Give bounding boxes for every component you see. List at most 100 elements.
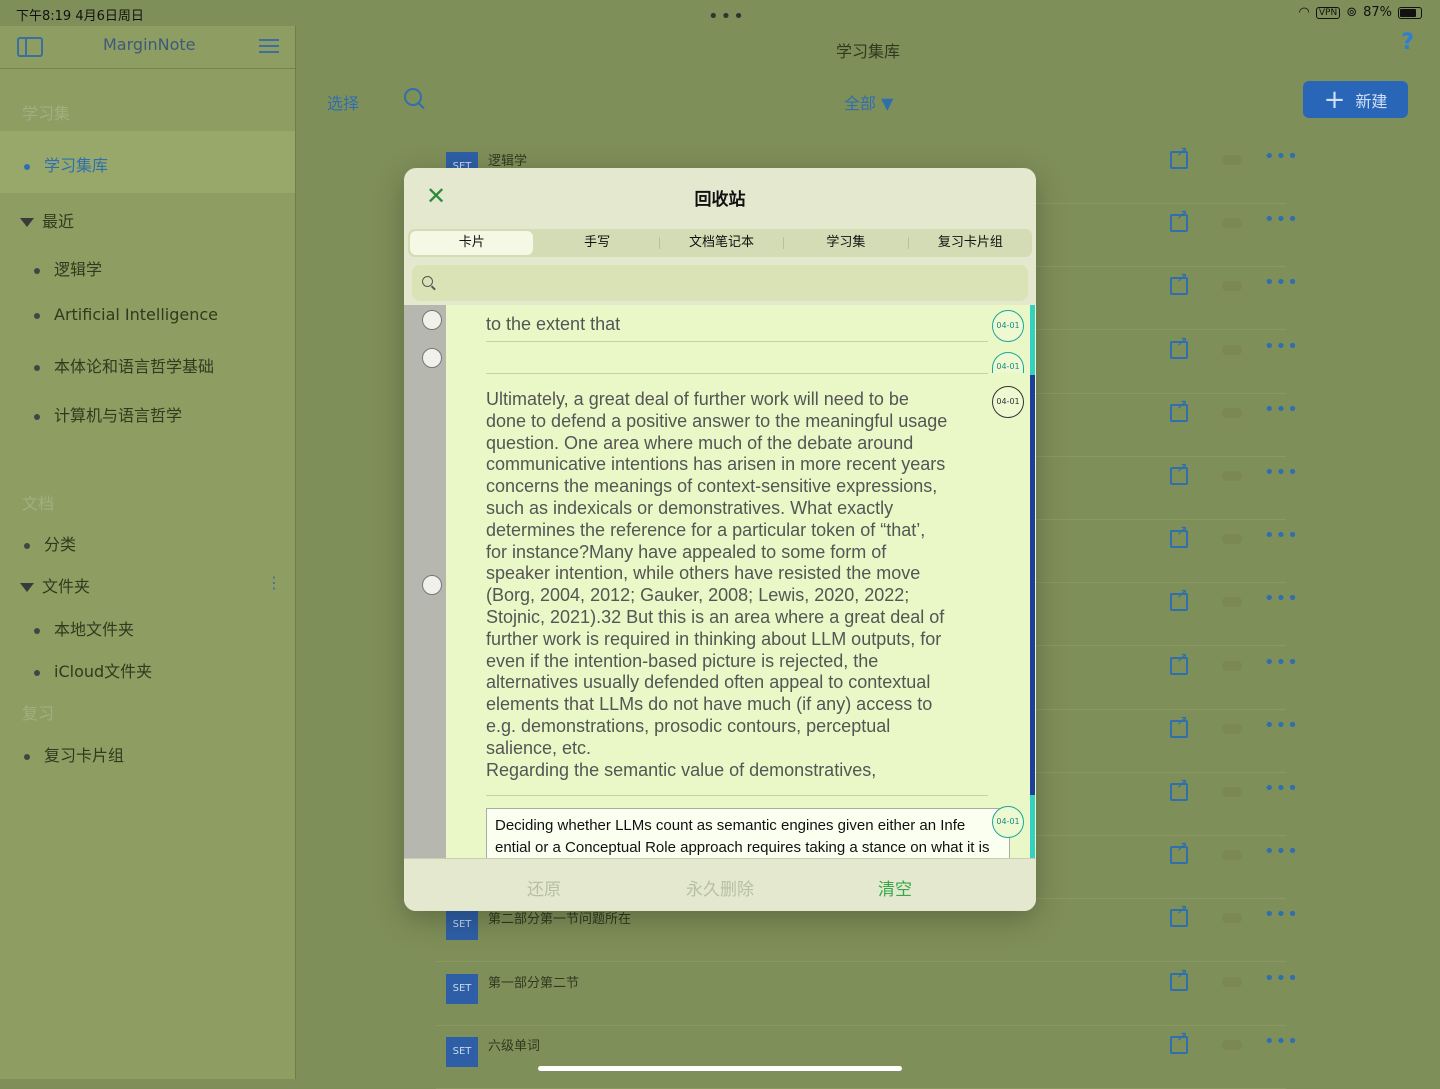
study-set-row[interactable]: SET 六级单词 ••• (436, 1026, 1298, 1089)
help-icon[interactable]: ? (1401, 30, 1414, 55)
more-icon[interactable]: ••• (1264, 841, 1299, 862)
sidebar-item-recent-1[interactable]: 逻辑学 (34, 256, 102, 280)
cloud-icon (1222, 344, 1242, 355)
cloud-icon (1222, 407, 1242, 418)
restore-button[interactable]: 还原 (527, 875, 561, 900)
share-icon[interactable] (1170, 334, 1188, 359)
share-icon[interactable] (1170, 207, 1188, 233)
date-badge: 04-01 (992, 386, 1024, 418)
tab-review-cards[interactable]: 复习卡片组 (909, 229, 1032, 257)
bullet-icon (34, 312, 40, 319)
share-icon[interactable] (1170, 270, 1188, 296)
tab-doc-notebooks[interactable]: 文档笔记本 (660, 229, 783, 257)
share-icon[interactable] (1170, 713, 1188, 738)
more-icon[interactable]: ••• (1264, 462, 1299, 483)
multitask-dots[interactable]: ••• (708, 6, 746, 27)
share-icon[interactable] (1170, 523, 1188, 549)
card-text-line: concerns the meanings of context-sensiti… (486, 476, 938, 497)
date-badge: 04-01 (992, 352, 1024, 373)
card-select-radio[interactable] (422, 348, 442, 368)
more-icon[interactable]: ••• (1264, 968, 1299, 989)
scrollbar-thumb[interactable] (1030, 375, 1035, 795)
search-icon[interactable] (404, 88, 422, 106)
select-button[interactable]: 选择 (327, 90, 359, 114)
cloud-icon (1222, 660, 1242, 671)
share-icon[interactable] (1170, 397, 1188, 422)
excerpt-line: ential or a Conceptual Role approach req… (495, 839, 990, 856)
bullet-icon (34, 364, 40, 371)
permanent-delete-button[interactable]: 永久删除 (686, 875, 754, 900)
more-icon[interactable]: ••• (1264, 146, 1299, 167)
tab-cards[interactable]: 卡片 (410, 231, 534, 255)
more-icon[interactable]: ••• (1264, 272, 1299, 293)
more-icon[interactable]: ••• (1264, 336, 1299, 357)
cloud-icon (1222, 913, 1242, 924)
card-select-radio[interactable] (422, 310, 442, 330)
card-select-radio[interactable] (422, 575, 442, 595)
card-text-line: further work is required in thinking abo… (486, 628, 942, 649)
share-icon[interactable] (1170, 650, 1188, 675)
empty-trash-button[interactable]: 清空 (878, 875, 912, 900)
section-study-sets: 学习集 (22, 104, 71, 123)
sidebar-toggle-icon[interactable] (17, 37, 43, 57)
card-text-line: done to defend a positive answer to the … (486, 410, 948, 431)
more-icon[interactable]: ••• (1264, 778, 1299, 799)
trash-modal: ✕ 回收站 卡片 手写 文档笔记本 学习集 复习卡片组 to the exten… (404, 168, 1036, 911)
sidebar-item-label: 计算机与语言哲学 (54, 406, 183, 425)
sidebar-item-recent-4[interactable]: 计算机与语言哲学 (34, 402, 182, 426)
share-icon[interactable] (1170, 966, 1188, 991)
sidebar-item-recent[interactable]: 最近 (20, 208, 74, 232)
share-icon[interactable] (1170, 144, 1188, 169)
study-set-name: 第一部分第二节 (488, 975, 580, 991)
filter-dropdown[interactable]: 全部 ▼ (844, 90, 893, 114)
sidebar-item-folders[interactable]: 文件夹 (20, 573, 90, 597)
sidebar-item-label: iCloud文件夹 (54, 662, 153, 681)
sidebar-item-label: 逻辑学 (54, 260, 103, 279)
tab-study-sets[interactable]: 学习集 (784, 229, 907, 257)
card-text[interactable]: to the extent that (486, 314, 620, 336)
card-text[interactable]: Ultimately, a great deal of further work… (486, 389, 986, 781)
set-badge: SET (446, 1036, 478, 1067)
share-icon[interactable] (1170, 902, 1188, 928)
sidebar-item-local-folder[interactable]: 本地文件夹 (34, 616, 134, 640)
search-field[interactable] (412, 265, 1028, 301)
status-right: ◠ VPN ⊚ 87% (1299, 5, 1422, 20)
card-excerpt[interactable]: Deciding whether LLMs count as semantic … (486, 808, 1010, 858)
card-list: to the extent that 04-01 04-01 04-01 Ult… (404, 305, 1036, 858)
card-text-line: such as indexicals or demonstratives. Wh… (486, 497, 894, 518)
sidebar-item-icloud-folder[interactable]: iCloud文件夹 (34, 658, 152, 682)
more-icon[interactable]: ••• (1264, 904, 1299, 925)
sidebar-item-review-cards[interactable]: 复习卡片组 (24, 742, 124, 766)
sidebar-item-library[interactable]: 学习集库 (24, 152, 108, 176)
more-icon[interactable]: ••• (1264, 399, 1299, 420)
more-icon[interactable]: ••• (1264, 525, 1299, 546)
study-set-row[interactable]: SET 第一部分第二节 ••• (436, 963, 1298, 1026)
home-indicator[interactable] (538, 1066, 902, 1071)
new-button[interactable]: + 新建 (1303, 81, 1408, 118)
card-divider (486, 341, 988, 342)
sidebar-item-recent-3[interactable]: 本体论和语言哲学基础 (34, 353, 214, 377)
share-icon[interactable] (1170, 460, 1188, 485)
more-icon[interactable]: ••• (1264, 715, 1299, 736)
set-badge: SET (446, 910, 478, 941)
more-icon[interactable]: ••• (1264, 652, 1299, 673)
share-icon[interactable] (1170, 586, 1188, 612)
sidebar-item-category[interactable]: 分类 (24, 531, 76, 555)
share-icon[interactable] (1170, 1029, 1188, 1054)
share-icon[interactable] (1170, 776, 1188, 801)
sidebar-item-label: 本体论和语言哲学基础 (54, 357, 215, 376)
more-icon[interactable]: ••• (1264, 588, 1299, 609)
study-set-name: 第二部分第一节问题所在 (488, 912, 632, 928)
folder-more-icon[interactable]: ⋮ (266, 573, 282, 592)
more-icon[interactable]: ••• (1264, 1031, 1299, 1052)
share-icon[interactable] (1170, 839, 1188, 865)
more-icon[interactable]: ••• (1264, 209, 1299, 230)
sidebar-item-label: 学习集库 (44, 156, 109, 175)
card-text-line: Regarding the semantic value of demonstr… (486, 759, 877, 780)
menu-icon[interactable] (259, 39, 279, 57)
sidebar-item-recent-2[interactable]: Artificial Intelligence (34, 305, 218, 324)
set-badge: SET (446, 973, 478, 1004)
tab-handwriting[interactable]: 手写 (535, 229, 658, 257)
cloud-icon (1222, 281, 1242, 292)
cloud-icon (1222, 471, 1242, 481)
